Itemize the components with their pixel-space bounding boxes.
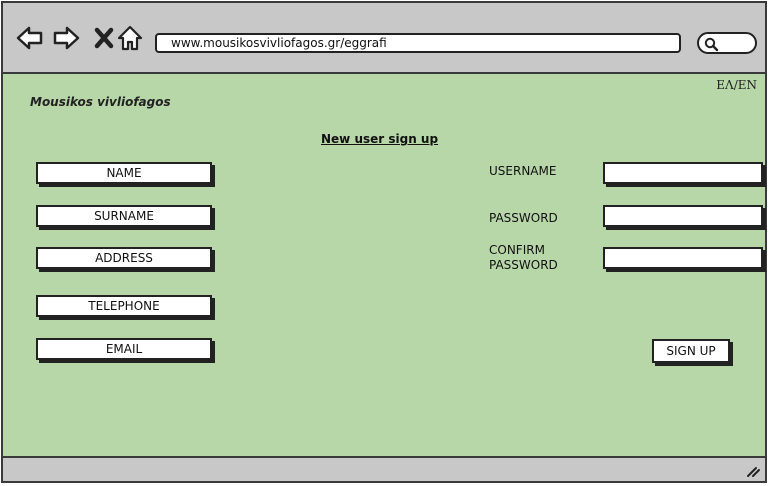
search-button[interactable]: [697, 32, 757, 54]
forward-arrow-icon[interactable]: [51, 23, 81, 53]
confirm-label-line1: CONFIRM: [489, 243, 545, 257]
search-icon: [704, 37, 719, 52]
email-field[interactable]: EMAIL: [36, 338, 212, 360]
signup-heading: New user sign up: [321, 132, 439, 146]
address-field[interactable]: ADDRESS: [36, 247, 212, 269]
confirm-password-input[interactable]: [603, 247, 763, 269]
browser-window: www.mousikosvivliofagos.gr/eggrafi ΕΛ/EN…: [1, 1, 767, 483]
status-bar: [3, 456, 765, 481]
confirm-label-line2: PASSWORD: [489, 258, 558, 272]
password-label: PASSWORD: [489, 211, 558, 225]
confirm-password-label: CONFIRM PASSWORD: [489, 243, 558, 273]
url-bar[interactable]: www.mousikosvivliofagos.gr/eggrafi: [155, 33, 681, 53]
home-icon[interactable]: [115, 23, 145, 53]
back-arrow-icon[interactable]: [15, 23, 45, 53]
password-input[interactable]: [603, 205, 763, 227]
name-field[interactable]: NAME: [36, 162, 212, 184]
language-toggle[interactable]: ΕΛ/EN: [716, 78, 757, 92]
site-brand[interactable]: Mousikos vivliofagos: [30, 95, 171, 109]
page-content: ΕΛ/EN Mousikos vivliofagos New user sign…: [3, 74, 765, 460]
resize-grip-icon[interactable]: [745, 464, 761, 478]
sign-up-button[interactable]: SIGN UP: [652, 339, 730, 363]
username-label: USERNAME: [489, 164, 557, 178]
browser-toolbar: www.mousikosvivliofagos.gr/eggrafi: [3, 3, 765, 74]
telephone-field[interactable]: TELEPHONE: [36, 295, 212, 317]
username-input[interactable]: [603, 162, 763, 184]
surname-field[interactable]: SURNAME: [36, 205, 212, 227]
